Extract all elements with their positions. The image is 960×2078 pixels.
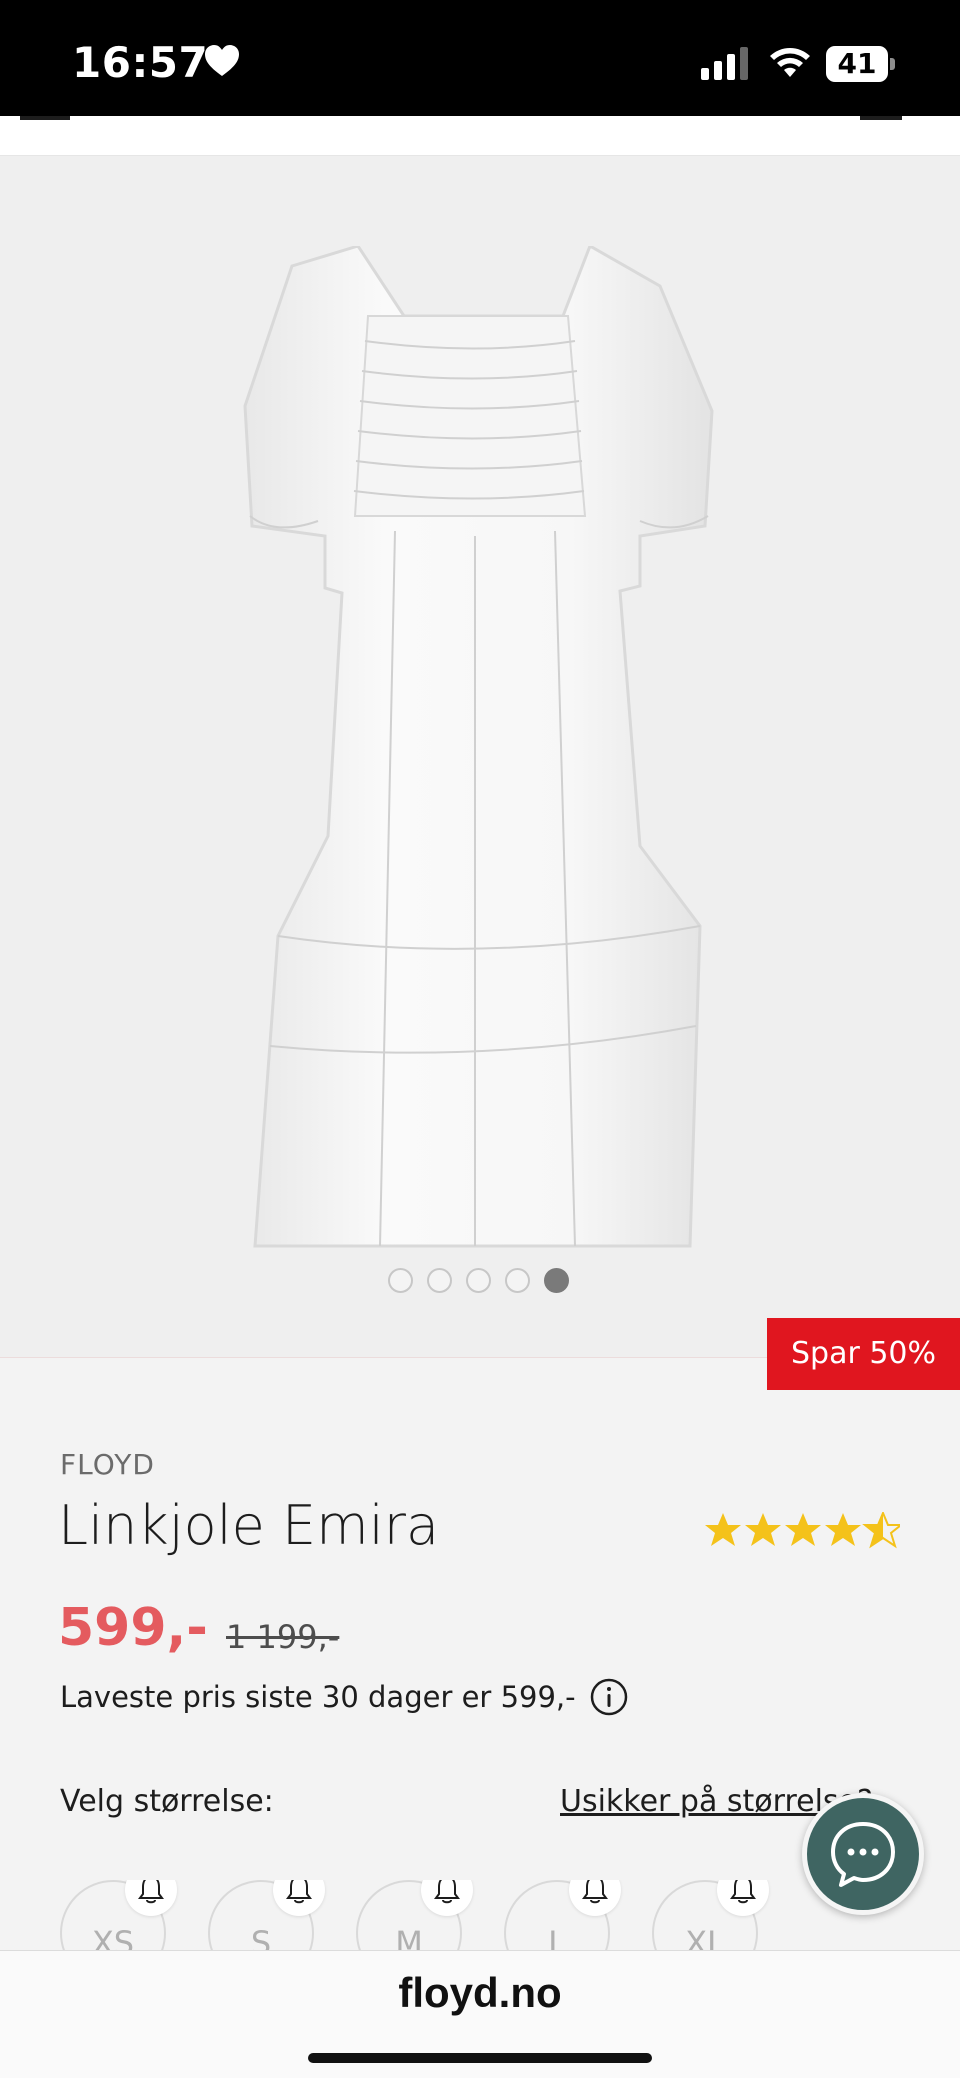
chat-icon [831,1822,895,1887]
battery-tip [890,58,895,70]
product-page: 16:57 41 Spar 50% FLOYD Linkjole Emira 5… [0,0,960,2078]
gallery-pagination[interactable] [388,1268,569,1294]
size-label-xs: XS [91,1924,135,1950]
wifi-icon [770,48,810,77]
product-title: Linkjole Emira [58,1494,440,1557]
discount-badge: Spar 50% [767,1318,960,1390]
status-time: 16:57 [72,38,209,87]
gallery-dot-active[interactable] [544,1268,569,1293]
size-label: Velg størrelse: [60,1784,274,1819]
star-rating[interactable] [704,1512,900,1550]
signal-icon [701,47,748,80]
browser-bottom-bar: floyd.no [0,1950,960,2078]
product-brand[interactable]: FLOYD [60,1448,155,1481]
chat-button[interactable] [802,1793,924,1915]
battery-level: 41 [826,46,888,82]
size-label-xl: XL [685,1924,725,1950]
site-header [0,116,960,156]
menu-icon[interactable] [20,116,70,120]
search-field[interactable] [590,116,770,120]
gallery-dot[interactable] [505,1268,530,1293]
home-indicator[interactable] [308,2053,652,2063]
gallery-dot[interactable] [388,1268,413,1293]
product-gallery[interactable] [0,156,960,1358]
product-image[interactable] [230,246,730,1256]
battery-icon: 41 [826,46,896,82]
browser-domain[interactable]: floyd.no [0,1969,960,2017]
cart-icon[interactable] [860,116,902,120]
original-price: 1 199,- [226,1618,340,1656]
size-label-m: M [395,1924,423,1950]
heart-icon [205,45,239,76]
info-icon[interactable] [590,1678,628,1716]
gallery-dot[interactable] [427,1268,452,1293]
gallery-dot[interactable] [466,1268,491,1293]
size-label-s: S [250,1924,272,1950]
lowest-price-note: Laveste pris siste 30 dager er 599,- [60,1680,576,1714]
sale-price: 599,- [58,1598,208,1658]
size-label-l: L [548,1924,566,1950]
status-bar: 16:57 41 [0,0,960,116]
